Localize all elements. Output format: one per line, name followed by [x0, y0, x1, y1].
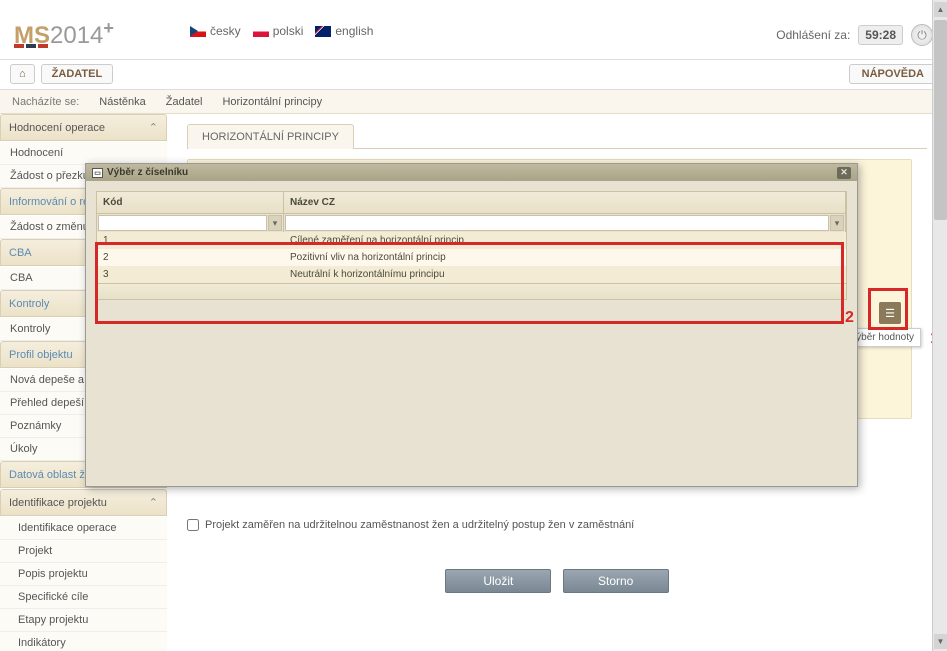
modal-titlebar[interactable]: ▭ Výběr z číselníku ✕ [86, 164, 857, 181]
modal-close-button[interactable]: ✕ [837, 167, 851, 179]
column-header-nazev[interactable]: Název CZ [284, 192, 846, 213]
flag-uk-icon [315, 26, 331, 37]
breadcrumb: Nacházíte se: Nástěnka Žadatel Horizontá… [0, 90, 947, 114]
sustainability-label: Projekt zaměřen na udržitelnou zaměstnan… [205, 519, 634, 531]
sidebar-item-6-2[interactable]: Popis projektu [0, 563, 167, 586]
chevron-up-icon: ⌃ [149, 121, 158, 134]
flag-cz-icon [190, 26, 206, 37]
flag-pl-icon [253, 26, 269, 37]
logout-button[interactable]: ⏻ [911, 24, 933, 46]
sustainability-checkbox[interactable] [187, 519, 199, 531]
sidebar-item-6-3[interactable]: Specifické cíle [0, 586, 167, 609]
home-icon: ⌂ [19, 68, 26, 80]
lang-pl-label: polski [273, 24, 304, 38]
scroll-thumb[interactable] [934, 20, 947, 220]
lang-cz[interactable]: česky [190, 24, 241, 38]
logout-timer: 59:28 [858, 25, 903, 45]
sidebar-group-header-6[interactable]: Identifikace projektu⌃ [0, 489, 167, 516]
applicant-button[interactable]: ŽADATEL [41, 64, 114, 84]
tab-horizontal-principles[interactable]: HORIZONTÁLNÍ PRINCIPY [187, 124, 354, 149]
language-switcher: česky polski english [190, 24, 373, 38]
sidebar-item-6-1[interactable]: Projekt [0, 540, 167, 563]
logo-year: 2014 [50, 22, 103, 49]
close-icon: ✕ [840, 167, 848, 178]
annotation-label-2: 2 [845, 309, 854, 327]
sidebar-item-6-4[interactable]: Etapy projektu [0, 609, 167, 632]
chevron-up-icon: ⌃ [149, 496, 158, 509]
annotation-box-2 [95, 242, 844, 324]
navbar: ⌂ ŽADATEL NÁPOVĚDA [0, 60, 947, 90]
scroll-down-icon[interactable]: ▼ [934, 634, 947, 649]
lang-pl[interactable]: polski [253, 24, 304, 38]
scroll-up-icon[interactable]: ▲ [934, 2, 947, 17]
breadcrumb-item-0[interactable]: Nástěnka [99, 96, 145, 108]
sidebar-item-6-0[interactable]: Identifikace operace [0, 517, 167, 540]
help-button[interactable]: NÁPOVĚDA [849, 64, 937, 84]
logout-area: Odhlášení za: 59:28 ⏻ [776, 24, 933, 46]
sidebar-item-0-0[interactable]: Hodnocení [0, 142, 167, 165]
save-button[interactable]: Uložit [445, 569, 551, 593]
breadcrumb-label: Nacházíte se: [12, 96, 79, 108]
column-header-kod[interactable]: Kód [97, 192, 284, 213]
breadcrumb-item-2[interactable]: Horizontální principy [222, 96, 322, 108]
breadcrumb-item-1[interactable]: Žadatel [166, 96, 203, 108]
home-button[interactable]: ⌂ [10, 64, 35, 84]
logout-label: Odhlášení za: [776, 28, 850, 42]
page-scrollbar[interactable]: ▲ ▼ [932, 0, 947, 651]
filter-icon-nazev[interactable]: ▾ [830, 215, 844, 231]
modal-window-icon: ▭ [92, 168, 103, 178]
sidebar-item-6-5[interactable]: Indikátory [0, 632, 167, 651]
filter-input-kod[interactable] [98, 215, 267, 231]
lang-en-label: english [335, 24, 373, 38]
sidebar-group-header-0[interactable]: Hodnocení operace⌃ [0, 114, 167, 141]
filter-icon-kod[interactable]: ▾ [268, 215, 282, 231]
cancel-button[interactable]: Storno [563, 569, 669, 593]
app-header: MS2014+ česky polski english Odhlášení z… [0, 0, 947, 60]
power-icon: ⏻ [917, 28, 927, 43]
modal-title-text: Výběr z číselníku [107, 167, 188, 178]
filter-input-nazev[interactable] [285, 215, 829, 231]
lang-en[interactable]: english [315, 24, 373, 38]
lang-cz-label: česky [210, 24, 241, 38]
logo-plus: + [103, 18, 114, 38]
annotation-box-1 [868, 288, 908, 330]
codebook-modal: ▭ Výběr z číselníku ✕ Kód Název CZ ▾ ▾ 1… [85, 163, 858, 487]
logo-decoration [14, 44, 48, 48]
